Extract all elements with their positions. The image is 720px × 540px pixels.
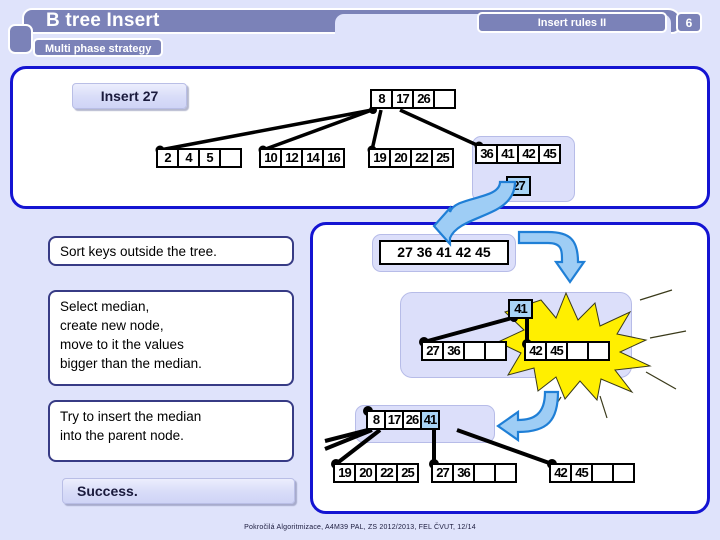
slide-number: 6 [676, 12, 702, 33]
slide-canvas: B tree Insert Multi phase strategy Inser… [0, 0, 720, 540]
sorted-keys-strip: 27 36 41 42 45 [379, 240, 509, 265]
node-cell [433, 89, 456, 109]
tree-node-root-before: 8 17 26 [370, 89, 456, 109]
node-cell: 5 [198, 148, 221, 168]
node-cell: 12 [280, 148, 303, 168]
node-cell [484, 341, 507, 361]
insert-callout[interactable]: Insert 27 [72, 83, 187, 109]
step-sort-keys: Sort keys outside the tree. [48, 236, 294, 266]
node-cell [219, 148, 242, 168]
node-cell: 26 [402, 410, 422, 430]
split-right-node: 42 45 [524, 341, 610, 361]
node-cell: 45 [570, 463, 593, 483]
node-cell: 17 [391, 89, 414, 109]
split-left-node: 27 36 [421, 341, 507, 361]
node-cell [591, 463, 614, 483]
step-text-line: create new node, [60, 318, 164, 333]
node-cell: 26 [412, 89, 435, 109]
node-cell [473, 463, 496, 483]
node-cell [566, 341, 589, 361]
node-cell: 25 [431, 148, 454, 168]
node-cell: 16 [322, 148, 345, 168]
inserted-key: 27 [506, 176, 531, 196]
node-cell: 41 [420, 410, 440, 430]
node-cell: 8 [366, 410, 386, 430]
step-insert-median: Try to insert the median into the parent… [48, 400, 294, 462]
success-callout[interactable]: Success. [62, 478, 295, 504]
chapter-label: Insert rules II [477, 12, 667, 33]
node-cell: 22 [410, 148, 433, 168]
node-cell: 36 [475, 144, 498, 164]
node-cell: 42 [517, 144, 540, 164]
node-cell: 36 [452, 463, 475, 483]
tree-node-leaf-4: 36 41 42 45 [475, 144, 561, 164]
node-cell: 19 [368, 148, 391, 168]
node-cell: 14 [301, 148, 324, 168]
node-cell [463, 341, 486, 361]
step-text: Sort keys outside the tree. [60, 244, 217, 259]
node-cell: 41 [496, 144, 519, 164]
node-cell: 22 [375, 463, 398, 483]
node-cell: 42 [549, 463, 572, 483]
node-cell: 17 [384, 410, 404, 430]
node-cell: 42 [524, 341, 547, 361]
step-text-line: move to it the values [60, 337, 184, 352]
tree-node-leaf-3: 19 20 22 25 [368, 148, 454, 168]
node-cell: 19 [333, 463, 356, 483]
step-text-line: Try to insert the median [60, 409, 202, 424]
step-select-median: Select median, create new node, move to … [48, 290, 294, 386]
tree-node-after-leaf-2: 27 36 [431, 463, 517, 483]
header-knob-decoration [8, 24, 33, 54]
tree-node-after-leaf-1: 19 20 22 25 [333, 463, 419, 483]
node-cell: 20 [389, 148, 412, 168]
tree-node-after-leaf-3: 42 45 [549, 463, 635, 483]
footer-credit: Pokročilá Algoritmizace, A4M39 PAL, ZS 2… [244, 524, 476, 531]
step-text-line: Select median, [60, 299, 150, 314]
node-cell: 20 [354, 463, 377, 483]
node-cell: 36 [442, 341, 465, 361]
node-cell: 2 [156, 148, 179, 168]
node-cell: 45 [545, 341, 568, 361]
node-cell: 10 [259, 148, 282, 168]
median-key: 41 [508, 299, 533, 319]
node-cell: 45 [538, 144, 561, 164]
page-title: B tree Insert [46, 10, 160, 31]
node-cell: 8 [370, 89, 393, 109]
node-cell: 25 [396, 463, 419, 483]
tree-node-leaf-1: 2 4 5 [156, 148, 242, 168]
node-cell: 27 [421, 341, 444, 361]
node-cell [587, 341, 610, 361]
node-cell: 4 [177, 148, 200, 168]
node-cell [494, 463, 517, 483]
page-subtitle: Multi phase strategy [33, 38, 164, 57]
node-cell [612, 463, 635, 483]
step-text-line: into the parent node. [60, 428, 184, 443]
node-cell: 27 [431, 463, 454, 483]
tree-node-root-after: 8 17 26 41 [366, 410, 440, 430]
step-text-line: bigger than the median. [60, 356, 202, 371]
tree-node-leaf-2: 10 12 14 16 [259, 148, 345, 168]
